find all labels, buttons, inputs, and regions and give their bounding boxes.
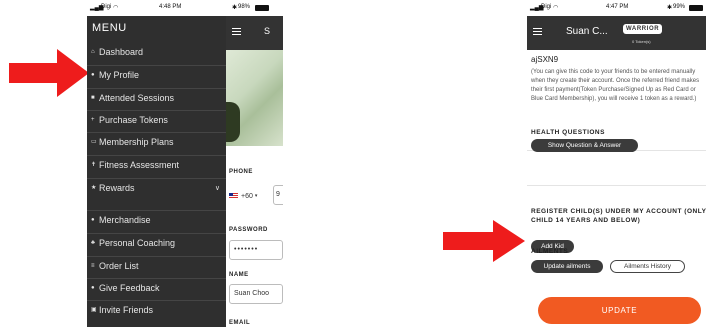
bluetooth-icon: ✱ bbox=[232, 5, 238, 11]
carrier: Digi bbox=[541, 4, 552, 10]
menu-item-give-feedback[interactable]: ● Give Feedback bbox=[87, 278, 226, 296]
country-code-select[interactable]: +60 ▾ bbox=[229, 188, 257, 204]
email-label: EMAIL bbox=[229, 320, 251, 326]
token-count: 0 Token(s) bbox=[632, 39, 651, 44]
health-questions-title: HEALTH QUESTIONS bbox=[531, 129, 605, 136]
status-bar: ▂▄▆ Digi ◠ 4:48 PM ✱ 98% bbox=[87, 0, 283, 16]
left-phone-screen: ▂▄▆ Digi ◠ 4:48 PM ✱ 98% S PHONE +60 ▾ 9… bbox=[87, 0, 283, 327]
battery-percent: 99% bbox=[673, 4, 686, 10]
id-card-icon: ▣ bbox=[91, 307, 97, 313]
hamburger-icon[interactable] bbox=[533, 28, 542, 37]
battery-icon bbox=[689, 5, 703, 11]
red-arrow-right bbox=[443, 220, 525, 262]
group-icon: ♣ bbox=[91, 239, 95, 246]
home-icon: ⌂ bbox=[91, 49, 95, 55]
register-child-title: REGISTER CHILD(S) UNDER MY ACCOUNT (ONLY… bbox=[531, 208, 706, 224]
menu-item-purchase-tokens[interactable]: + Purchase Tokens bbox=[87, 110, 226, 128]
carrier: Digi bbox=[101, 4, 112, 10]
header-title-partial: S bbox=[264, 26, 271, 36]
calendar-icon: ■ bbox=[91, 94, 95, 101]
referral-info: (You can give this code to your friends … bbox=[531, 69, 700, 102]
list-icon: ≡ bbox=[91, 262, 95, 269]
menu-item-attended-sessions[interactable]: ■ Attended Sessions bbox=[87, 88, 226, 106]
profile-banner-image bbox=[226, 50, 283, 146]
hamburger-icon[interactable] bbox=[232, 28, 241, 37]
menu-item-membership-plans[interactable]: ▭ Membership Plans bbox=[87, 132, 226, 150]
battery-percent: 98% bbox=[238, 4, 251, 10]
card-icon: ▭ bbox=[91, 139, 97, 145]
clock: 4:47 PM bbox=[606, 4, 629, 10]
wifi-icon: ◠ bbox=[113, 5, 119, 11]
divider bbox=[527, 185, 706, 186]
menu-title: MENU bbox=[92, 22, 127, 34]
figure-icon: ✝ bbox=[91, 162, 97, 168]
chevron-down-icon: ∨ bbox=[214, 184, 220, 192]
name-input[interactable]: Suan Choo bbox=[229, 284, 283, 304]
menu-item-fitness-assessment[interactable]: ✝ Fitness Assessment bbox=[87, 155, 226, 173]
plus-icon: + bbox=[91, 116, 95, 123]
phone-label: PHONE bbox=[229, 169, 253, 175]
menu-item-rewards[interactable]: ★ Rewards ∨ bbox=[87, 178, 226, 196]
update-button[interactable]: UPDATE bbox=[538, 297, 701, 324]
bluetooth-icon: ✱ bbox=[667, 5, 673, 11]
country-code: +60 bbox=[241, 192, 253, 200]
menu-item-invite-friends[interactable]: ▣ Invite Friends bbox=[87, 300, 226, 318]
membership-badge: WARRIOR bbox=[623, 24, 663, 34]
update-ailments-button[interactable]: Update ailments bbox=[531, 260, 603, 273]
wifi-icon: ◠ bbox=[553, 5, 559, 11]
menu-item-order-list[interactable]: ≡ Order List bbox=[87, 256, 226, 274]
menu-item-merchandise[interactable]: ● Merchandise bbox=[87, 210, 226, 228]
battery-icon bbox=[255, 5, 269, 11]
clock: 4:48 PM bbox=[159, 4, 182, 10]
star-icon: ★ bbox=[91, 185, 97, 191]
ailments-history-button[interactable]: Ailments History bbox=[610, 260, 685, 273]
password-input[interactable]: ••••••• bbox=[229, 240, 283, 260]
side-menu: MENU ⌂ Dashboard ● My Profile ■ Attended… bbox=[87, 16, 226, 327]
password-label: PASSWORD bbox=[229, 227, 268, 233]
user-name: Suan C... bbox=[566, 26, 608, 37]
user-icon: ● bbox=[91, 71, 95, 78]
red-arrow-left bbox=[9, 49, 89, 97]
status-bar: ▂▄▆ Digi ◠ 4:47 PM ✱ 99% bbox=[527, 0, 706, 16]
chevron-down-icon: ▾ bbox=[254, 193, 258, 199]
referral-code: ajSXN9 bbox=[531, 55, 559, 64]
name-label: NAME bbox=[229, 272, 249, 278]
phone-input[interactable]: 9 bbox=[273, 185, 283, 205]
app-header: S bbox=[226, 16, 283, 50]
menu-item-my-profile[interactable]: ● My Profile bbox=[87, 65, 226, 83]
ailments-title: AILMENTS bbox=[531, 248, 569, 255]
right-phone-screen: ▂▄▆ Digi ◠ 4:47 PM ✱ 99% Suan C... WARRI… bbox=[527, 0, 706, 327]
menu-item-dashboard[interactable]: ⌂ Dashboard bbox=[87, 43, 226, 61]
shopping-icon: ● bbox=[91, 216, 95, 223]
menu-item-personal-coaching[interactable]: ♣ Personal Coaching bbox=[87, 233, 226, 251]
app-header: Suan C... WARRIOR 0 Token(s) bbox=[527, 16, 706, 50]
chat-icon: ● bbox=[91, 284, 95, 291]
malaysia-flag-icon bbox=[229, 193, 238, 199]
show-question-answer-button[interactable]: Show Question & Answer bbox=[531, 139, 638, 152]
